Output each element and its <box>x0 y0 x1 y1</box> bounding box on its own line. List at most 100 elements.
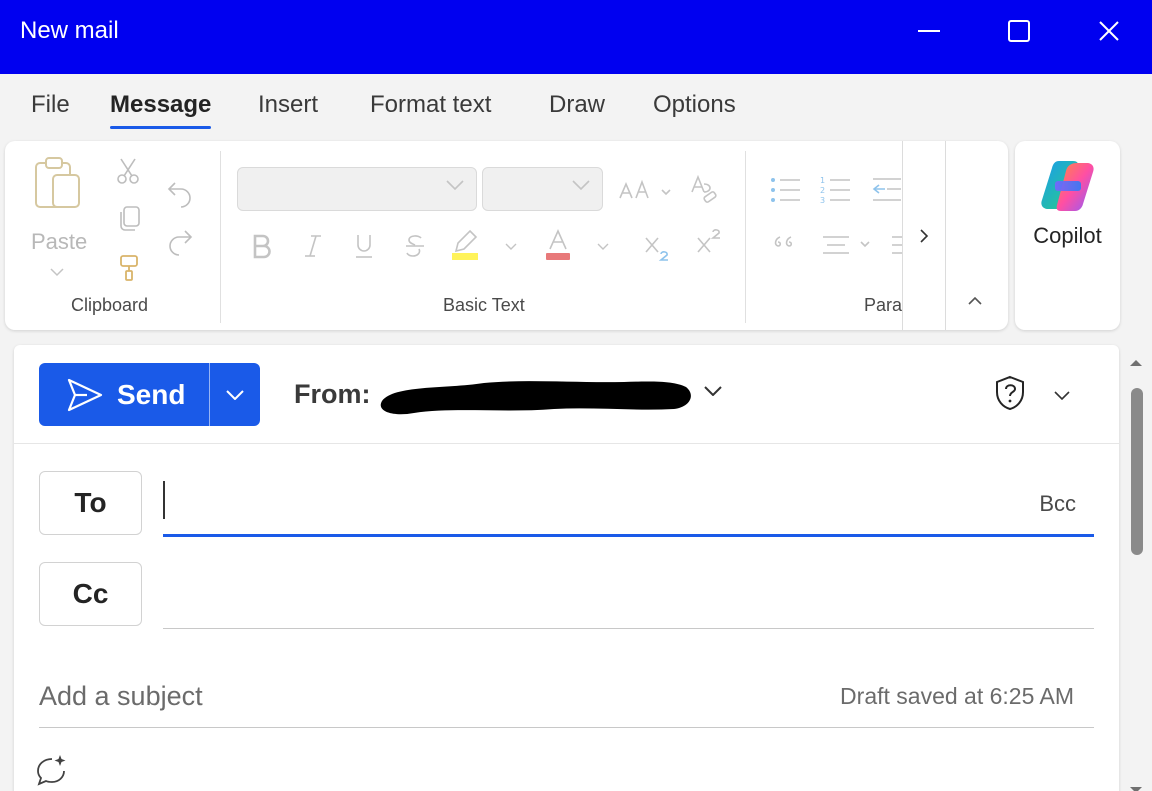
redo-button[interactable] <box>165 227 195 256</box>
from-account-redacted[interactable] <box>374 377 694 417</box>
copilot-label: Copilot <box>1033 223 1102 248</box>
font-color-button[interactable] <box>543 229 573 261</box>
bcc-button[interactable]: Bcc <box>1039 491 1076 517</box>
copilot-button[interactable]: Copilot <box>1015 141 1120 330</box>
send-options-button[interactable] <box>210 363 260 426</box>
bullets-button[interactable] <box>769 175 803 205</box>
copilot-draft-button[interactable] <box>34 753 68 791</box>
scroll-up-button[interactable] <box>1128 355 1144 373</box>
chevron-right-icon <box>920 228 929 243</box>
paste-options-button[interactable] <box>47 265 67 279</box>
strikethrough-button[interactable] <box>403 231 427 261</box>
line-spacing-icon <box>892 236 902 254</box>
decrease-indent-button[interactable] <box>871 175 903 205</box>
quote-button[interactable] <box>771 231 795 257</box>
subject-placeholder: Add a subject <box>39 681 203 711</box>
send-icon <box>67 378 103 411</box>
font-color-icon <box>546 229 570 260</box>
draft-status: Draft saved at 6:25 AM <box>840 683 1074 709</box>
from-account-dropdown[interactable] <box>704 383 722 401</box>
window-title: New mail <box>20 17 119 44</box>
underline-icon <box>356 235 372 258</box>
undo-button[interactable] <box>165 179 195 208</box>
close-button[interactable] <box>1085 12 1133 50</box>
strikethrough-icon <box>406 235 424 257</box>
underline-button[interactable] <box>352 231 376 261</box>
superscript-icon <box>697 229 720 253</box>
highlight-color-dropdown[interactable] <box>503 241 519 251</box>
sparkle-chat-icon <box>37 755 66 786</box>
cut-button[interactable] <box>115 157 141 185</box>
cc-button[interactable]: Cc <box>39 562 142 626</box>
font-name-combo[interactable] <box>237 167 477 211</box>
clear-formatting-button[interactable] <box>689 173 719 205</box>
copy-icon <box>120 206 140 231</box>
close-icon <box>1099 21 1119 41</box>
tab-file[interactable]: File <box>31 90 70 120</box>
copy-button[interactable] <box>117 205 141 233</box>
ribbon-tabs: File Message Insert Format text Draw Opt… <box>0 74 1152 140</box>
italic-button[interactable] <box>301 231 325 261</box>
line-spacing-button[interactable] <box>889 233 903 257</box>
sensitivity-dropdown[interactable] <box>1054 387 1070 405</box>
paste-button[interactable] <box>33 155 83 211</box>
to-button[interactable]: To <box>39 471 142 535</box>
tab-draw[interactable]: Draw <box>549 90 605 120</box>
triangle-up-icon <box>1130 360 1142 366</box>
font-color-dropdown[interactable] <box>595 241 611 251</box>
send-label: Send <box>117 378 186 410</box>
clear-formatting-icon <box>691 174 717 203</box>
from-label: From: <box>294 379 371 409</box>
chevron-down-icon <box>704 386 722 397</box>
subscript-button[interactable] <box>643 231 671 263</box>
tab-format-text[interactable]: Format text <box>370 90 491 120</box>
bold-button[interactable] <box>249 231 275 261</box>
change-case-icon <box>619 179 671 199</box>
title-bar: New mail <box>0 0 1152 74</box>
chevron-up-icon <box>968 297 982 305</box>
chevron-down-icon <box>50 268 64 277</box>
paragraph-group-label: Parag <box>864 295 902 315</box>
minimize-icon <box>918 30 940 32</box>
scrollbar-thumb[interactable] <box>1131 388 1143 555</box>
change-case-button[interactable] <box>617 175 673 205</box>
numbering-button[interactable]: 1 2 3 <box>819 175 853 205</box>
chevron-down-icon <box>505 243 517 250</box>
basic-text-group-label: Basic Text <box>443 295 525 315</box>
send-split-button: Send <box>39 363 260 426</box>
chevron-down-icon <box>572 180 590 190</box>
alignment-button[interactable] <box>821 233 873 257</box>
sensitivity-button[interactable] <box>994 375 1026 416</box>
tab-options[interactable]: Options <box>653 90 736 120</box>
header-divider <box>14 443 1119 444</box>
scroll-down-button[interactable] <box>1128 782 1144 791</box>
to-input[interactable]: Bcc <box>163 471 1094 537</box>
svg-text:1: 1 <box>820 176 825 185</box>
chevron-down-icon <box>597 243 609 250</box>
tab-insert[interactable]: Insert <box>258 90 318 120</box>
paste-label: Paste <box>31 229 88 254</box>
subject-input[interactable]: Add a subject Draft saved at 6:25 AM <box>39 665 1094 728</box>
format-painter-icon <box>120 255 138 281</box>
cc-input[interactable] <box>163 561 1094 629</box>
maximize-button[interactable] <box>995 12 1043 50</box>
scissors-icon <box>117 158 139 184</box>
subscript-icon <box>645 237 668 261</box>
superscript-button[interactable] <box>695 227 723 259</box>
send-button[interactable]: Send <box>39 363 209 426</box>
copilot-icon <box>1041 161 1094 211</box>
ribbon-overflow-button[interactable] <box>902 141 946 330</box>
bold-icon <box>253 234 271 259</box>
numbered-list-icon: 1 2 3 <box>820 176 850 205</box>
minimize-button[interactable] <box>905 12 953 50</box>
format-painter-button[interactable] <box>117 253 141 283</box>
clipboard-group-label: Clipboard <box>71 295 149 315</box>
highlight-button[interactable] <box>449 229 481 261</box>
bullet-list-icon <box>771 178 800 202</box>
tab-message[interactable]: Message <box>110 90 212 129</box>
triangle-down-icon <box>1130 787 1142 791</box>
chevron-down-icon <box>226 389 244 400</box>
collapse-ribbon-button[interactable] <box>959 287 991 315</box>
maximize-icon <box>1008 20 1030 42</box>
font-size-combo[interactable] <box>482 167 603 211</box>
